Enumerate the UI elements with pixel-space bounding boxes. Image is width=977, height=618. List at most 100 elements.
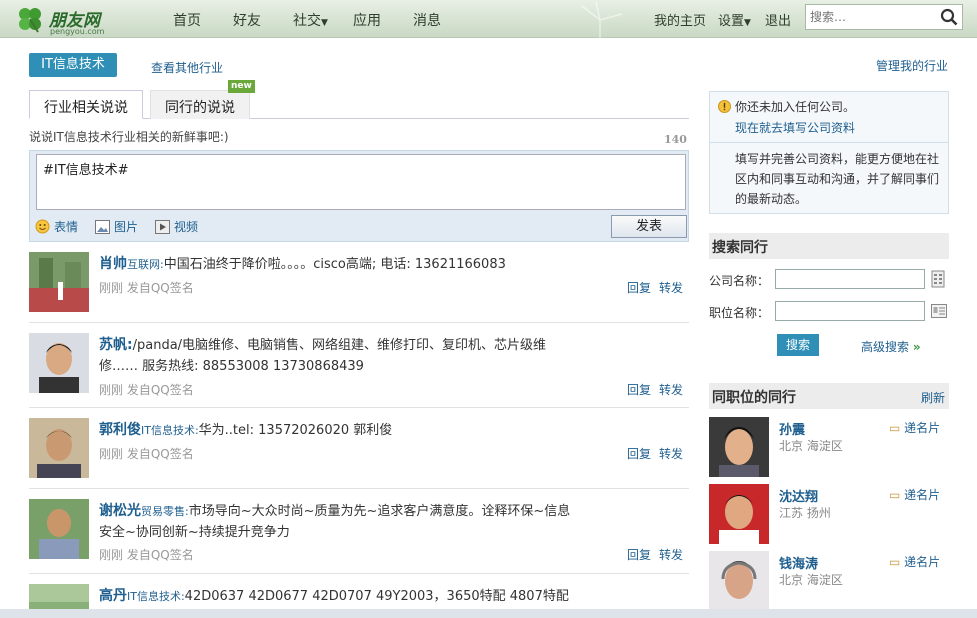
post-meta: 刚刚 发自QQ签名 xyxy=(99,445,194,462)
current-industry-button[interactable]: IT信息技术 xyxy=(29,53,117,77)
id-card-icon[interactable] xyxy=(931,303,947,319)
horizontal-scrollbar[interactable] xyxy=(0,609,977,618)
post-source: 发自QQ签名 xyxy=(126,383,194,397)
publish-button[interactable]: 发表 xyxy=(611,215,687,238)
post-text: 华为..tel: 13572026020 郭利俊 xyxy=(198,423,393,438)
search-input[interactable] xyxy=(810,6,938,28)
peer-name[interactable]: 沈达翔 xyxy=(779,486,818,505)
emoji-label: 表情 xyxy=(54,220,79,234)
avatar[interactable] xyxy=(29,252,89,312)
position-name-label: 职位名称： xyxy=(709,306,770,320)
author-name[interactable]: 肖帅 xyxy=(99,256,127,272)
image-button[interactable]: 图片 xyxy=(95,218,138,235)
peer-search-button[interactable]: 搜索 xyxy=(777,334,819,356)
emoji-button[interactable]: 表情 xyxy=(35,218,78,235)
peer-card: 钱海涛 北京 海淀区 ▭ 递名片 xyxy=(709,551,949,613)
nav-messages[interactable]: 消息 xyxy=(413,10,441,30)
peer-card: 沈达翔 江苏 扬州 ▭ 递名片 xyxy=(709,484,949,546)
post-actions: 回复 转发 xyxy=(619,279,683,296)
nav-social[interactable]: 社交▼ xyxy=(293,10,328,30)
logout-link[interactable]: 退出 xyxy=(765,10,791,29)
avatar[interactable] xyxy=(709,417,769,477)
peer-name[interactable]: 钱海涛 xyxy=(779,553,818,572)
author-name[interactable]: 苏帆: xyxy=(99,337,133,353)
manage-industry-link[interactable]: 管理我的行业 xyxy=(876,57,948,74)
avatar[interactable] xyxy=(709,551,769,611)
caret-down-icon: ▼ xyxy=(744,18,751,28)
tab-industry-posts[interactable]: 行业相关说说 xyxy=(29,90,143,119)
fill-company-info-link[interactable]: 现在就去填写公司资料 xyxy=(735,119,855,136)
refresh-link[interactable]: 刷新 xyxy=(921,389,945,406)
avatar[interactable] xyxy=(29,418,89,478)
char-count: 140 xyxy=(664,133,687,146)
caret-down-icon: ▼ xyxy=(321,18,328,28)
same-position-title-text: 同职位的同行 xyxy=(712,390,796,406)
settings-label: 设置 xyxy=(718,14,745,29)
brand-domain: pengyou.com xyxy=(50,27,105,36)
send-card-label: 递名片 xyxy=(904,488,941,502)
tab-peer-posts[interactable]: 同行的说说 xyxy=(150,90,250,119)
forward-link[interactable]: 转发 xyxy=(659,281,683,295)
forward-link[interactable]: 转发 xyxy=(659,548,683,562)
post-time: 刚刚 xyxy=(99,447,124,461)
author-industry: IT信息技术: xyxy=(127,590,185,603)
reply-link[interactable]: 回复 xyxy=(627,383,651,397)
company-notice-desc: 填写并完善公司资料，能更方便地在社区内和同事互动和沟通，并了解同事们的最新动态。 xyxy=(735,152,940,206)
building-icon[interactable] xyxy=(931,270,945,288)
smiley-icon xyxy=(35,219,50,234)
send-card-button[interactable]: ▭ 递名片 xyxy=(889,486,940,503)
post-actions: 回复 转发 xyxy=(619,381,683,398)
position-name-input[interactable] xyxy=(775,301,925,321)
advanced-search-link[interactable]: 高级搜索 » xyxy=(861,338,921,355)
nav-apps[interactable]: 应用 xyxy=(353,10,381,30)
video-button[interactable]: 视频 xyxy=(155,218,198,235)
post-meta: 刚刚 发自QQ签名 xyxy=(99,279,194,296)
company-name-input[interactable] xyxy=(775,269,925,289)
peer-name[interactable]: 孙震 xyxy=(779,419,805,438)
post-source: 发自QQ签名 xyxy=(126,281,194,295)
avatar[interactable] xyxy=(29,499,89,559)
my-home-link[interactable]: 我的主页 xyxy=(654,10,706,29)
reply-link[interactable]: 回复 xyxy=(627,548,651,562)
feed-item: 苏帆:/panda/电脑维修、电脑销售、网络组建、维修打印、复印机、芯片级维修…… xyxy=(29,333,689,408)
author-name[interactable]: 谢松光 xyxy=(99,503,141,519)
post-text: 中国石油终于降价啦。。。。cisco高端; 电话: 13621166083 xyxy=(163,257,506,272)
nav-friends[interactable]: 好友 xyxy=(233,10,261,30)
advanced-search-label: 高级搜索 xyxy=(861,340,910,354)
post-content: 肖帅互联网:中国石油终于降价啦。。。。cisco高端; 电话: 13621166… xyxy=(99,254,579,275)
forward-link[interactable]: 转发 xyxy=(659,383,683,397)
view-other-industries-link[interactable]: 查看其他行业 xyxy=(151,59,223,76)
same-position-title: 同职位的同行 刷新 xyxy=(709,383,949,409)
author-industry: 互联网: xyxy=(127,258,164,271)
avatar[interactable] xyxy=(29,333,89,393)
reply-link[interactable]: 回复 xyxy=(627,447,651,461)
author-name[interactable]: 高丹 xyxy=(99,588,127,604)
send-card-label: 递名片 xyxy=(904,421,941,435)
post-time: 刚刚 xyxy=(99,383,124,397)
peer-search-title: 搜索同行 xyxy=(709,233,949,259)
avatar[interactable] xyxy=(709,484,769,544)
post-meta: 刚刚 发自QQ签名 xyxy=(99,381,194,398)
reply-link[interactable]: 回复 xyxy=(627,281,651,295)
send-card-button[interactable]: ▭ 递名片 xyxy=(889,419,940,436)
author-industry: IT信息技术: xyxy=(141,424,199,437)
post-content: 苏帆:/panda/电脑维修、电脑销售、网络组建、维修打印、复印机、芯片级维修…… xyxy=(99,335,579,377)
search-icon[interactable] xyxy=(940,8,958,26)
send-card-button[interactable]: ▭ 递名片 xyxy=(889,553,940,570)
post-text: /panda/电脑维修、电脑销售、网络组建、维修打印、复印机、芯片级维修…… 服… xyxy=(99,338,547,374)
forward-link[interactable]: 转发 xyxy=(659,447,683,461)
company-notice-box: 你还未加入任何公司。 现在就去填写公司资料 填写并完善公司资料，能更方便地在社区… xyxy=(709,91,949,214)
author-name[interactable]: 郭利俊 xyxy=(99,422,141,438)
video-label: 视频 xyxy=(174,220,199,234)
post-content: 谢松光贸易零售:市场导向~大众时尚~质量为先~追求客户满意度。诠释环保~信息安全… xyxy=(99,501,579,543)
post-actions: 回复 转发 xyxy=(619,546,683,563)
post-textarea[interactable] xyxy=(36,154,686,210)
top-bar: 朋友网 pengyou.com 首页 好友 社交▼ 应用 消息 我的主页 设置▼… xyxy=(0,0,977,38)
business-card-icon: ▭ xyxy=(889,555,901,569)
company-name-label: 公司名称： xyxy=(709,274,770,288)
post-time: 刚刚 xyxy=(99,548,124,562)
nav-home[interactable]: 首页 xyxy=(173,10,201,30)
settings-menu[interactable]: 设置▼ xyxy=(718,10,751,29)
pinwheel-decoration xyxy=(581,1,623,38)
send-card-label: 递名片 xyxy=(904,555,941,569)
